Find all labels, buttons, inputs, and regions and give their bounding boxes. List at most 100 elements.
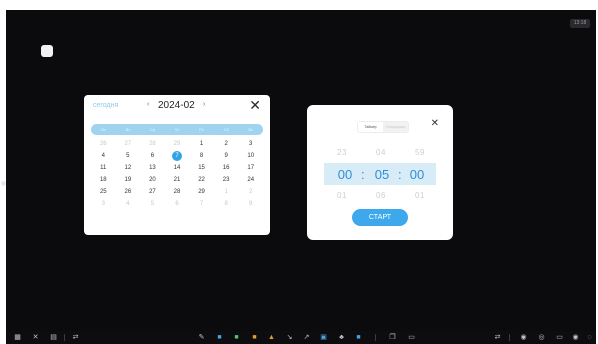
month-label: 2024-02 [158, 100, 195, 111]
tab-stopwatch[interactable]: Секундомер [383, 122, 408, 132]
prev-month-button[interactable]: ‹ [147, 101, 149, 108]
calendar-day[interactable]: 5 [116, 151, 141, 162]
minutes-value[interactable]: 05 [369, 167, 395, 182]
settings-icon[interactable]: ◌ [586, 334, 593, 341]
calendar-day[interactable]: 1 [189, 139, 214, 150]
eraser-icon[interactable]: ▲ [268, 334, 275, 341]
calendar-day[interactable]: 16 [214, 163, 239, 174]
calendar-day[interactable]: 26 [116, 187, 141, 198]
tab-timer[interactable]: Таймер [358, 122, 383, 132]
seconds-next[interactable]: 01 [405, 191, 435, 200]
calendar-widget: сегодня ‹ 2024-02 › ✕ Пн Вт Ср Чт Пт Сб … [84, 95, 270, 235]
switch-icon[interactable]: ⇄ [72, 334, 79, 341]
calendar-day[interactable]: 12 [116, 163, 141, 174]
floating-menu-button[interactable] [41, 45, 53, 57]
calendar-day[interactable]: 3 [238, 139, 263, 150]
weekday-label: Вс [248, 127, 254, 132]
calendar-day-grid: 26 27 28 29 1 2 3 4 5 6 7 8 9 10 11 12 13 14 15 16 17 18 19 20 2… [91, 139, 263, 210]
calendar-day[interactable]: 18 [91, 175, 116, 186]
calendar-day[interactable]: 7 [189, 199, 214, 210]
calendar-day[interactable]: 4 [116, 199, 141, 210]
calendar-day[interactable]: 2 [214, 139, 239, 150]
weekday-label: Чт [174, 127, 180, 132]
time-picker-prev-row: 23 04 59 [327, 148, 435, 157]
calendar-day[interactable]: 3 [91, 199, 116, 210]
calendar-day[interactable]: 6 [140, 151, 165, 162]
time-separator: : [361, 167, 365, 182]
calendar-day[interactable]: 24 [238, 175, 263, 186]
forward-icon[interactable]: ◉ [572, 334, 579, 341]
time-separator: : [398, 167, 402, 182]
taskbar-divider [375, 334, 376, 341]
today-button[interactable]: сегодня [93, 102, 118, 109]
time-picker-current: 00 : 05 : 00 [324, 163, 436, 185]
calendar-day[interactable]: 6 [165, 199, 190, 210]
side-drawer-handle[interactable] [1, 181, 6, 186]
next-month-button[interactable]: › [203, 101, 205, 108]
calendar-day[interactable]: 5 [140, 199, 165, 210]
seconds-prev[interactable]: 59 [405, 148, 435, 157]
calendar-day[interactable]: 23 [214, 175, 239, 186]
calendar-day[interactable]: 8 [189, 151, 214, 162]
calendar-day[interactable]: 15 [189, 163, 214, 174]
spotlight-icon[interactable]: ■ [251, 334, 258, 341]
apps-icon[interactable]: ▦ [14, 334, 21, 341]
calendar-day[interactable]: 29 [165, 139, 190, 150]
calendar-day[interactable]: 10 [238, 151, 263, 162]
weekday-label: Пт [199, 127, 204, 132]
calendar-close-icon[interactable]: ✕ [249, 97, 261, 113]
share-icon[interactable]: ▣ [320, 334, 327, 341]
notes-icon[interactable]: ■ [216, 334, 223, 341]
copy-icon[interactable]: ❐ [389, 334, 396, 341]
screenshot-icon[interactable]: ↗ [303, 334, 310, 341]
calendar-day[interactable]: 8 [214, 199, 239, 210]
taskbar-divider [509, 334, 510, 341]
tools-icon[interactable]: ✕ [32, 334, 39, 341]
grid-icon[interactable]: ▤ [50, 334, 57, 341]
brush-icon[interactable]: ↘ [286, 334, 293, 341]
whiteboard-icon[interactable]: ■ [233, 334, 240, 341]
timer-mode-tabs: Таймер Секундомер [357, 121, 409, 133]
calendar-day[interactable]: 17 [238, 163, 263, 174]
start-button[interactable]: СТАРТ [352, 209, 408, 226]
timer-icon[interactable]: ■ [355, 334, 362, 341]
weekday-label: Ср [149, 127, 155, 132]
hours-value[interactable]: 00 [332, 167, 358, 182]
calendar-day[interactable]: 25 [91, 187, 116, 198]
calendar-day[interactable]: 21 [165, 175, 190, 186]
minutes-next[interactable]: 06 [366, 191, 396, 200]
calendar-day[interactable]: 27 [140, 187, 165, 198]
calendar-day[interactable]: 13 [140, 163, 165, 174]
calendar-day[interactable]: 9 [214, 151, 239, 162]
calendar-day[interactable]: 29 [189, 187, 214, 198]
hours-prev[interactable]: 23 [327, 148, 357, 157]
calendar-day[interactable]: 27 [116, 139, 141, 150]
pen-icon[interactable]: ✎ [198, 334, 205, 341]
calendar-day[interactable]: 7 [165, 151, 190, 162]
calendar-day[interactable]: 2 [238, 187, 263, 198]
calendar-day[interactable]: 4 [91, 151, 116, 162]
timer-close-icon[interactable]: ✕ [431, 118, 439, 129]
files-icon[interactable]: ♣ [338, 334, 345, 341]
calendar-day[interactable]: 9 [238, 199, 263, 210]
home-icon[interactable]: ◎ [538, 334, 545, 341]
calendar-day[interactable]: 26 [91, 139, 116, 150]
time-picker-next-row: 01 06 01 [327, 191, 435, 200]
hours-next[interactable]: 01 [327, 191, 357, 200]
calendar-day[interactable]: 11 [91, 163, 116, 174]
calendar-day[interactable]: 28 [140, 139, 165, 150]
calendar-day[interactable]: 14 [165, 163, 190, 174]
calendar-day[interactable]: 22 [189, 175, 214, 186]
menu-icon[interactable]: ▭ [556, 334, 563, 341]
calendar-day[interactable]: 28 [165, 187, 190, 198]
back-icon[interactable]: ◉ [520, 334, 527, 341]
calendar-day[interactable]: 20 [140, 175, 165, 186]
switch-icon[interactable]: ⇄ [494, 334, 501, 341]
calendar-day[interactable]: 1 [214, 187, 239, 198]
calendar-day[interactable]: 19 [116, 175, 141, 186]
minutes-prev[interactable]: 04 [366, 148, 396, 157]
seconds-value[interactable]: 00 [404, 167, 430, 182]
weekday-header: Пн Вт Ср Чт Пт Сб Вс [91, 124, 263, 135]
weekday-label: Вт [125, 127, 131, 132]
comment-icon[interactable]: ▭ [408, 334, 415, 341]
